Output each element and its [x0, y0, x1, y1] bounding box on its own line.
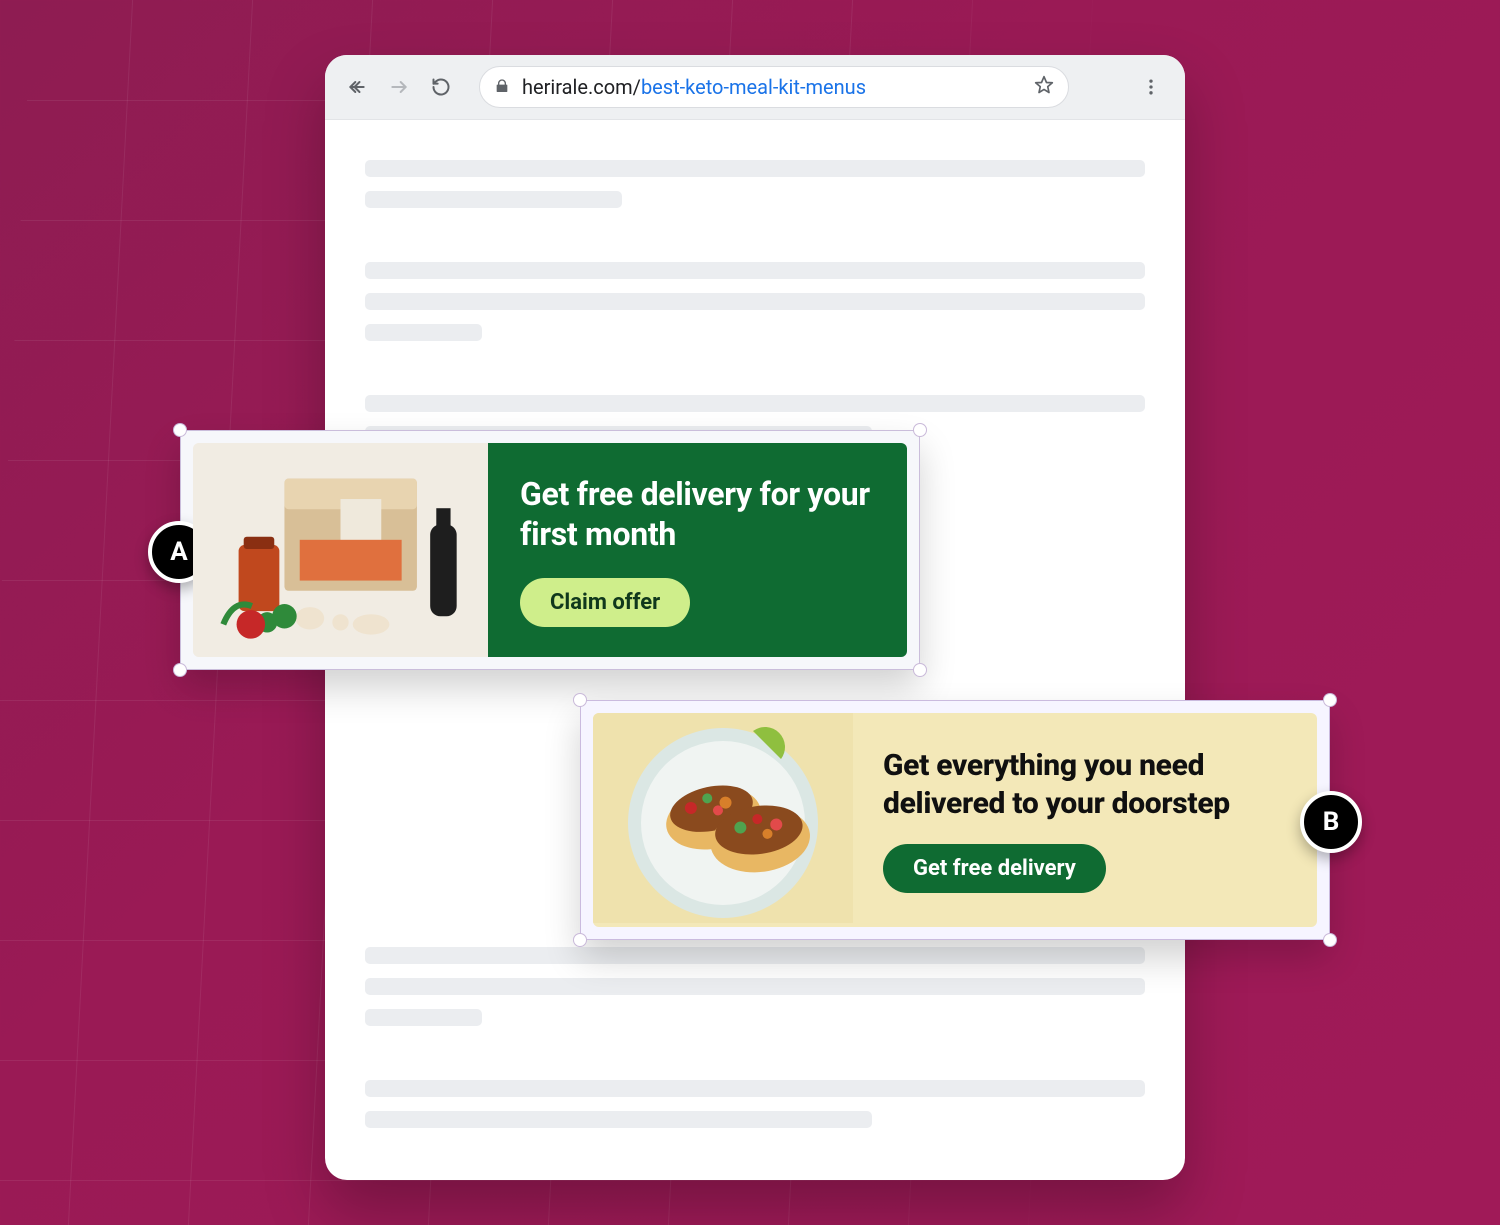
ad-a-copy: Get free delivery for your first month C…	[488, 443, 907, 657]
arrow-right-icon	[389, 77, 409, 97]
ad-a-headline: Get free delivery for your first month	[520, 474, 875, 554]
ad-variant-a[interactable]: A	[180, 430, 920, 670]
kebab-menu-icon	[1141, 77, 1161, 97]
url-domain: herirale.com/	[522, 75, 641, 99]
address-bar[interactable]: herirale.com/best-keto-meal-kit-menus	[479, 66, 1069, 108]
skeleton-line	[365, 293, 1145, 310]
skeleton-line	[365, 262, 1145, 279]
lock-icon	[494, 75, 510, 99]
reload-icon	[431, 77, 451, 97]
ad-a-cta-button[interactable]: Claim offer	[520, 578, 690, 627]
bookmark-star-icon[interactable]	[1034, 75, 1054, 100]
skeleton-line	[365, 1080, 1145, 1097]
skeleton-line	[365, 191, 622, 208]
url-path: best-keto-meal-kit-menus	[641, 75, 866, 99]
resize-handle[interactable]	[573, 693, 587, 707]
ad-a-image	[193, 443, 488, 657]
skeleton-line	[365, 324, 482, 341]
ad-b-copy: Get everything you need delivered to you…	[853, 713, 1317, 927]
browser-menu-button[interactable]	[1135, 77, 1167, 97]
ad-b-headline: Get everything you need delivered to you…	[883, 747, 1287, 822]
url-text: herirale.com/best-keto-meal-kit-menus	[522, 75, 866, 99]
resize-handle[interactable]	[913, 423, 927, 437]
skeleton-line	[365, 395, 1145, 412]
variant-label-b: B	[1300, 791, 1362, 853]
reload-button[interactable]	[427, 73, 455, 101]
resize-handle[interactable]	[173, 663, 187, 677]
skeleton-line	[365, 978, 1145, 995]
back-button[interactable]	[343, 73, 371, 101]
resize-handle[interactable]	[573, 933, 587, 947]
resize-handle[interactable]	[1323, 933, 1337, 947]
skeleton-line	[365, 1009, 482, 1026]
skeleton-line	[365, 1111, 872, 1128]
ad-b-cta-button[interactable]: Get free delivery	[883, 844, 1106, 893]
forward-button[interactable]	[385, 73, 413, 101]
skeleton-line	[365, 947, 1145, 964]
ad-b-image	[593, 713, 853, 927]
ad-variant-b[interactable]: B	[580, 700, 1330, 940]
resize-handle[interactable]	[173, 423, 187, 437]
browser-toolbar: herirale.com/best-keto-meal-kit-menus	[325, 55, 1185, 120]
skeleton-line	[365, 160, 1145, 177]
resize-handle[interactable]	[913, 663, 927, 677]
resize-handle[interactable]	[1323, 693, 1337, 707]
